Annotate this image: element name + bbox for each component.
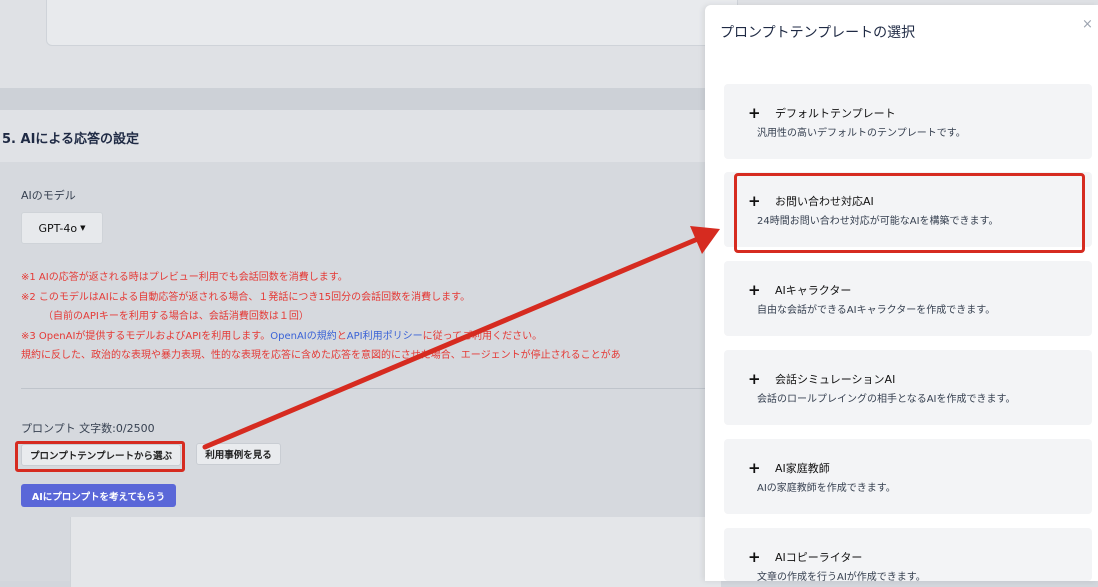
annotation-arrow	[202, 226, 720, 450]
